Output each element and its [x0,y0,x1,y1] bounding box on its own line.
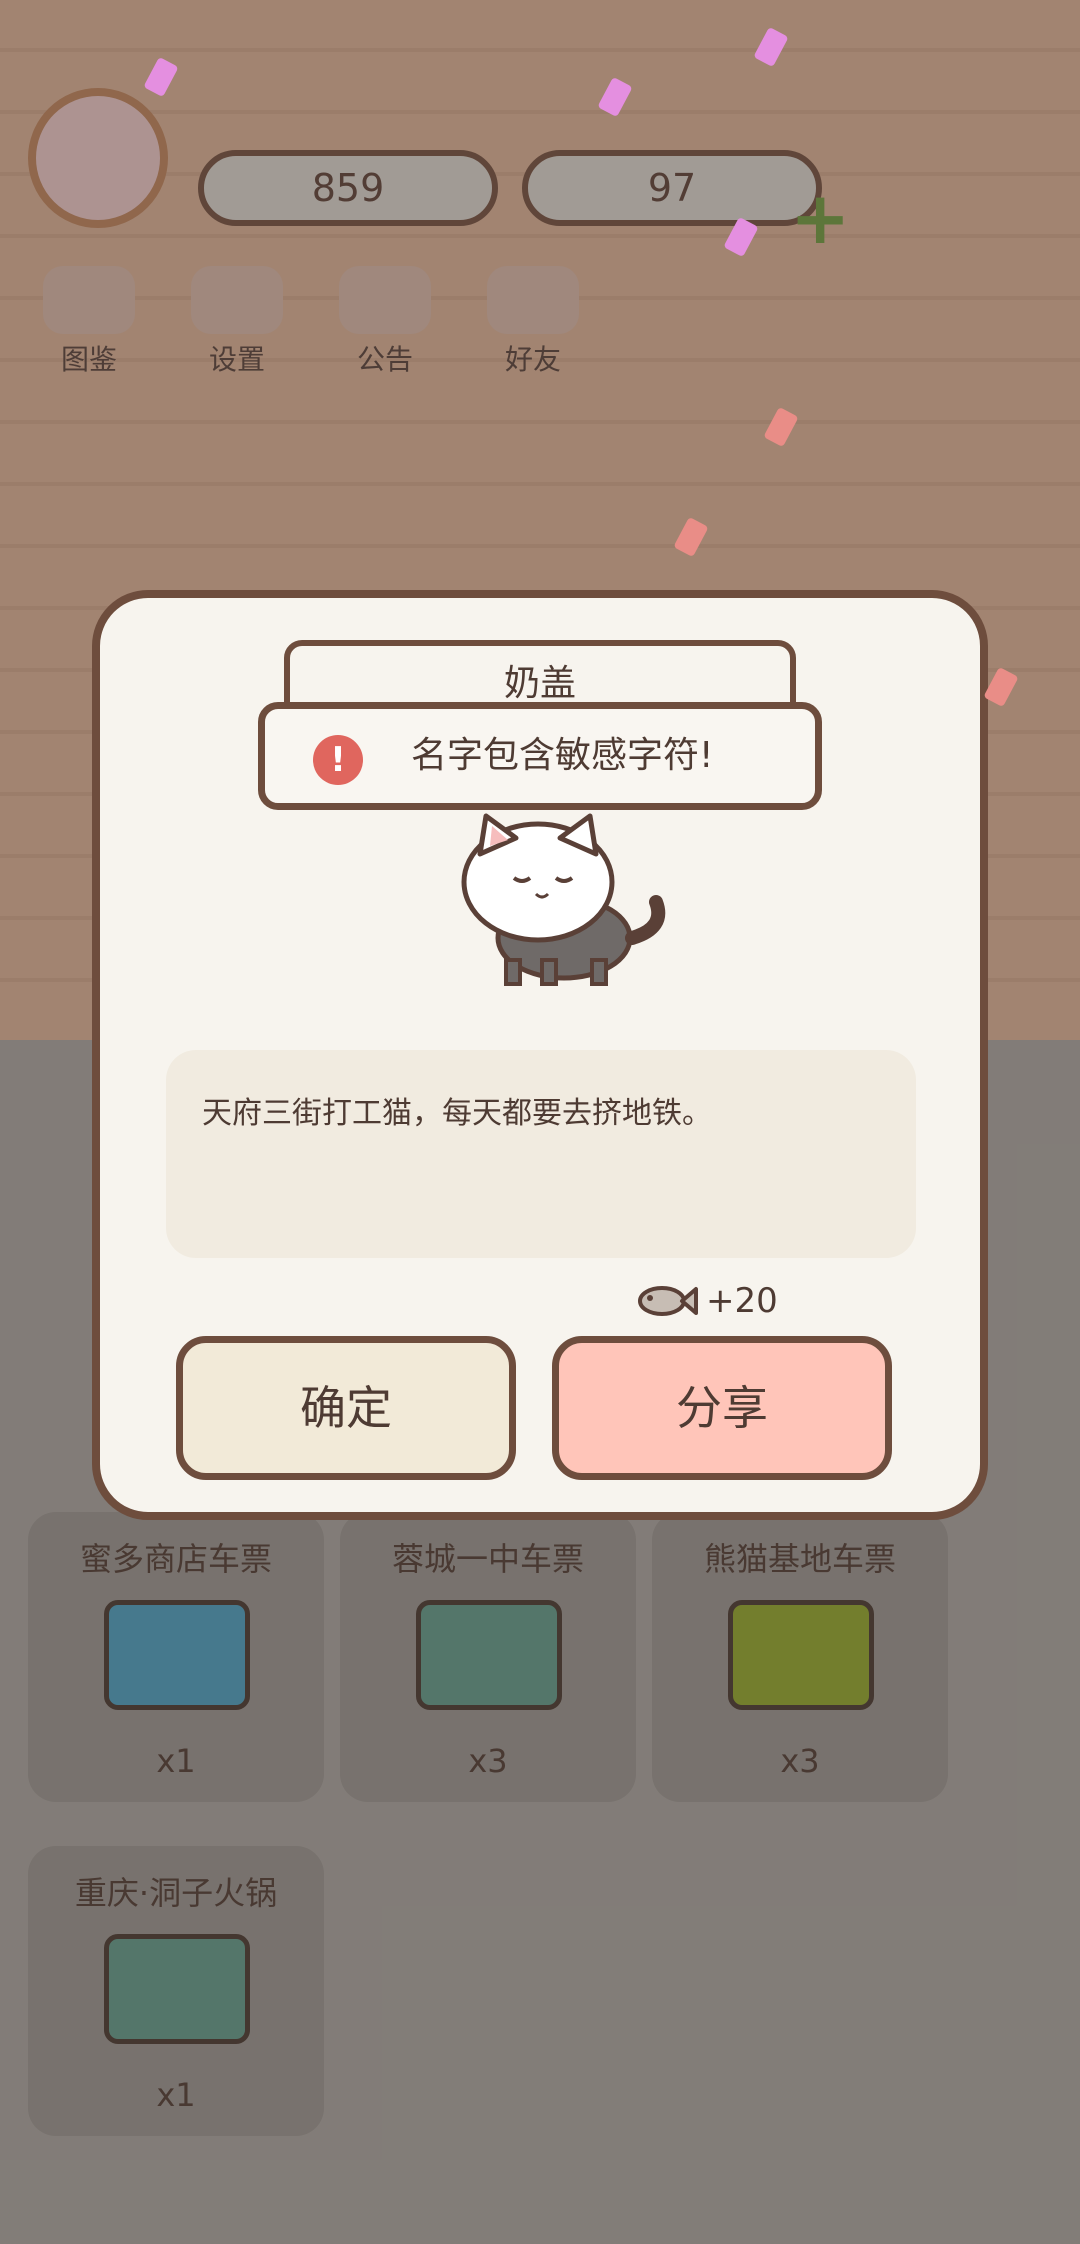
error-toast: ! 名字包含敏感字符! [258,702,822,810]
toast-message: 名字包含敏感字符! [411,735,714,776]
reward-row: +20 [636,1276,778,1326]
share-button[interactable]: 分享 [552,1336,892,1480]
fish-icon [638,1286,698,1316]
alert-icon: ! [313,735,363,785]
reward-amount: +20 [706,1281,778,1321]
cat-description[interactable]: 天府三街打工猫，每天都要去挤地铁。 [166,1050,916,1258]
cat-illustration [461,813,666,986]
confirm-button[interactable]: 确定 [176,1336,516,1480]
